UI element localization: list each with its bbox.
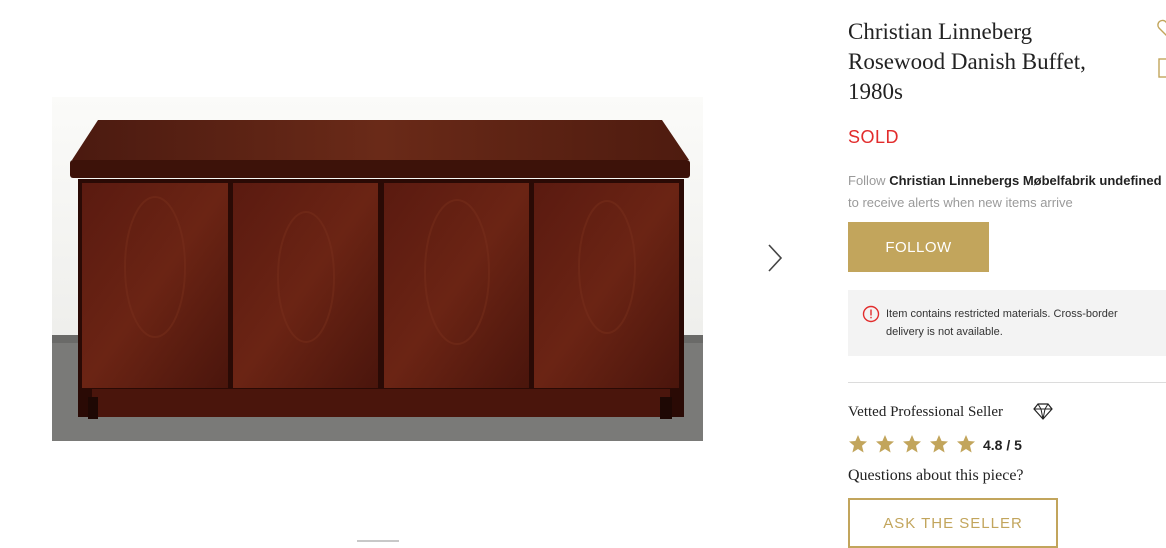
- restricted-materials-notice: Item contains restricted materials. Cros…: [848, 290, 1166, 356]
- product-title: Christian Linneberg Rosewood Danish Buff…: [848, 19, 1086, 104]
- ask-seller-button[interactable]: ASK THE SELLER: [848, 498, 1058, 548]
- alert-circle-icon: [862, 305, 880, 323]
- vetted-seller-label: Vetted Professional Seller: [848, 404, 1003, 420]
- rating-value: 4.8 / 5: [983, 437, 1022, 453]
- chevron-right-icon: [768, 244, 783, 272]
- product-photo[interactable]: [52, 97, 703, 441]
- questions-label: Questions about this piece?: [848, 467, 1024, 484]
- sold-status: SOLD: [848, 127, 900, 147]
- star-icon: [957, 435, 975, 453]
- seller-rating-stars: [848, 434, 976, 454]
- star-icon: [849, 435, 867, 453]
- maker-link[interactable]: Christian Linnebergs Møbelfabrik undefin…: [889, 173, 1161, 188]
- carousel-indicator[interactable]: [357, 540, 399, 542]
- notice-text: Item contains restricted materials. Cros…: [886, 308, 1118, 338]
- star-icon: [930, 435, 948, 453]
- star-icon: [903, 435, 921, 453]
- heart-icon[interactable]: [1156, 18, 1166, 38]
- buffet-image: [52, 97, 703, 441]
- follow-subtext: to receive alerts when new items arrive: [848, 195, 1073, 210]
- share-icon[interactable]: [1156, 55, 1166, 81]
- next-image-button[interactable]: [762, 240, 786, 276]
- follow-prefix: Follow: [848, 173, 886, 188]
- action-icons: [1156, 18, 1166, 81]
- follow-button[interactable]: FOLLOW: [848, 222, 989, 272]
- product-info-panel: Christian Linneberg Rosewood Danish Buff…: [848, 0, 1166, 548]
- follow-line: Follow Christian Linnebergs Møbelfabrik …: [848, 173, 1162, 188]
- star-icon: [876, 435, 894, 453]
- product-gallery: [0, 0, 800, 548]
- diamond-icon: [1033, 403, 1053, 420]
- divider: [848, 382, 1166, 383]
